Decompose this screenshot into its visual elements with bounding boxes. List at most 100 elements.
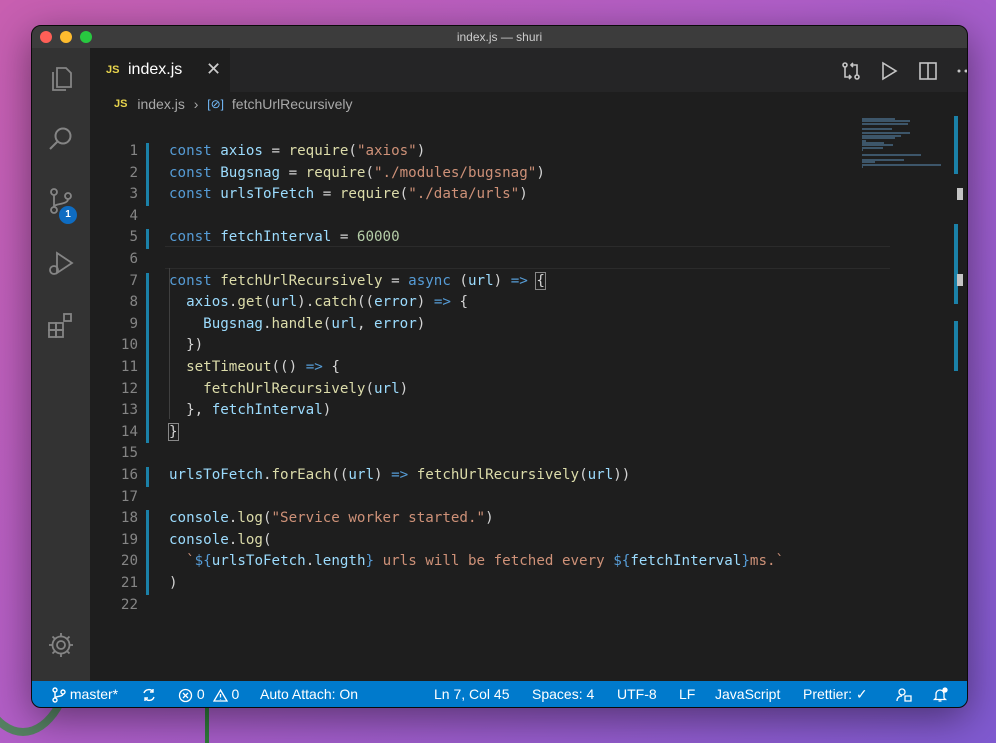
code-token: fetchUrlRecursively [203, 380, 366, 397]
line-number: 11 [120, 359, 138, 375]
code-line[interactable]: 22 [90, 595, 890, 617]
code-token: ) [322, 402, 332, 419]
minimap-line [862, 154, 922, 156]
code-line[interactable]: 2 const Bugsnag = require("./modules/bugs… [90, 163, 890, 185]
minimap-line [862, 163, 942, 166]
code-line[interactable]: 18 console.log("Service worker started.") [90, 508, 890, 530]
indentation-status[interactable]: Spaces: 4 [532, 685, 594, 703]
open-changes-icon[interactable] [840, 60, 862, 82]
run-file-icon[interactable] [878, 60, 900, 82]
branch-indicator[interactable]: master* [52, 685, 118, 703]
code-token: log [237, 531, 263, 548]
code-line[interactable]: 17 [90, 487, 890, 509]
auto-attach-status[interactable]: Auto Attach: On [260, 685, 358, 703]
code-token: url [348, 467, 375, 483]
breadcrumb-file[interactable]: index.js [137, 96, 184, 112]
code-token: ( [365, 380, 375, 397]
code-token: url [331, 315, 357, 332]
code-line[interactable]: 4 [90, 206, 890, 228]
code-text: setTimeout(() => { [169, 357, 340, 379]
problems-indicator[interactable]: 0 0 [178, 685, 239, 703]
line-number: 19 [120, 531, 138, 548]
overview-ruler[interactable] [951, 116, 965, 681]
line-number: 21 [120, 575, 138, 591]
minimap-line [862, 146, 883, 149]
line-number: 1 [129, 143, 138, 159]
code-editor[interactable]: 1 const axios = require("axios") 2 const Bu… [90, 116, 967, 681]
code-token: { [535, 271, 546, 290]
code-line[interactable]: 16 urlsToFetch.forEach((url) => fetchUrlR… [90, 465, 890, 487]
code-token: ( [365, 164, 375, 181]
code-text: fetchUrlRecursively(url) [169, 379, 408, 401]
line-number: 12 [120, 380, 138, 397]
line-number: 10 [120, 337, 138, 354]
explorer-icon[interactable] [46, 64, 76, 94]
js-file-icon: JS [106, 64, 120, 76]
code-token: urlsToFetch [211, 553, 306, 570]
sync-button[interactable] [141, 685, 157, 703]
code-token: ) [416, 315, 426, 332]
code-line[interactable]: 7 const fetchUrlRecursively = async (url)… [90, 271, 890, 293]
overview-change-marker [954, 321, 958, 371]
feedback-icon[interactable] [896, 685, 912, 703]
code-token: const [169, 164, 221, 181]
code-token: ( [262, 531, 272, 548]
eol-status[interactable]: LF [679, 685, 695, 703]
window-title: index.js — shuri [456, 30, 543, 44]
breadcrumb-symbol[interactable]: fetchUrlRecursively [232, 96, 353, 112]
code-line[interactable]: 10 }) [90, 335, 890, 357]
code-token: 60000 [356, 229, 400, 246]
search-icon[interactable] [46, 124, 76, 154]
language-mode[interactable]: JavaScript [715, 685, 780, 703]
split-editor-icon[interactable] [917, 60, 939, 82]
code-line[interactable]: 21) [90, 573, 890, 595]
line-number: 7 [129, 272, 138, 289]
code-text: urlsToFetch.forEach((url) => fetchUrlRec… [169, 465, 630, 487]
close-tab-icon[interactable]: ✕ [206, 59, 221, 80]
prettier-status[interactable]: Prettier: ✓ [803, 685, 868, 703]
code-line[interactable]: 8 axios.get(url).catch((error) => { [90, 292, 890, 314]
code-line[interactable]: 14} [90, 422, 890, 444]
code-text: const fetchUrlRecursively = async (url) … [169, 271, 546, 293]
code-token: async [408, 272, 451, 289]
activity-bar: 1 [32, 48, 90, 681]
encoding-status[interactable]: UTF-8 [617, 685, 657, 703]
branch-name: master* [69, 686, 119, 702]
run-debug-icon[interactable] [46, 248, 76, 278]
code-text: console.log( [169, 530, 272, 552]
code-line[interactable]: 6 [90, 249, 890, 271]
settings-gear-icon[interactable] [46, 630, 76, 660]
code-token: urlsToFetch [169, 467, 263, 483]
code-token: ). [297, 294, 315, 311]
code-line[interactable]: 15 [90, 443, 890, 465]
code-token: => [433, 294, 451, 311]
code-line[interactable]: 13 }, fetchInterval) [90, 400, 890, 422]
code-token: get [237, 294, 263, 311]
minimap-line [862, 127, 892, 130]
cursor-position[interactable]: Ln 7, Col 45 [434, 685, 510, 703]
line-number: 13 [120, 402, 138, 419]
more-actions-icon[interactable] [955, 60, 967, 82]
notifications-bell-icon[interactable] [932, 685, 948, 703]
code-line[interactable]: 1 const axios = require("axios") [90, 141, 890, 163]
code-line[interactable]: 3 const urlsToFetch = require("./data/url… [90, 184, 890, 206]
error-icon [178, 688, 193, 702]
code-token: } [168, 422, 179, 441]
warning-icon [212, 688, 228, 702]
code-line[interactable]: 5 const fetchInterval = 60000 [90, 227, 890, 249]
code-line[interactable]: 11 setTimeout(() => { [90, 357, 890, 379]
code-line[interactable]: 20 `${urlsToFetch.length} urls will be f… [90, 551, 890, 573]
code-line[interactable]: 19 console.log( [90, 530, 890, 552]
minimap[interactable] [860, 116, 950, 176]
code-line[interactable]: 12 fetchUrlRecursively(url) [90, 379, 890, 401]
code-token: . [305, 553, 315, 570]
overview-change-marker [954, 224, 958, 304]
extensions-icon[interactable] [46, 310, 76, 340]
code-token: }) [169, 337, 204, 354]
code-token: ) [374, 467, 392, 483]
code-line[interactable]: 9 Bugsnag.handle(url, error) [90, 314, 890, 336]
tab-index-js[interactable]: JS index.js ✕ [90, 48, 230, 92]
tab-bar: JS index.js ✕ [90, 48, 967, 92]
